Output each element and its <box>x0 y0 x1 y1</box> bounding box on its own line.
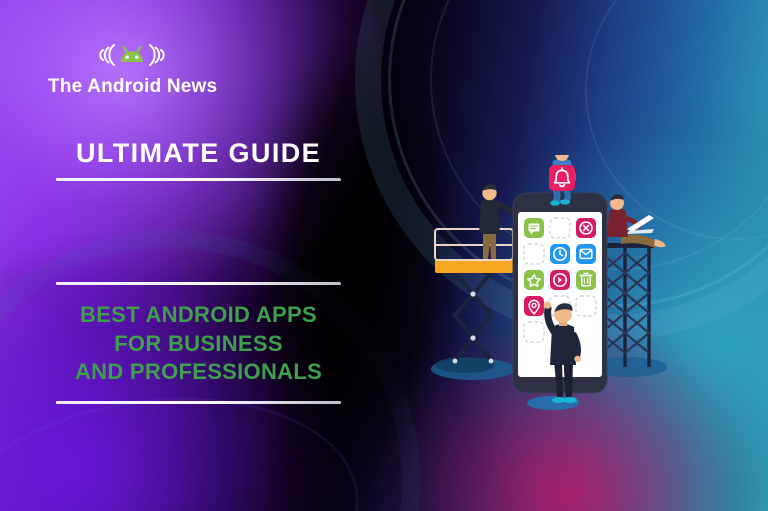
close-circle-icon <box>576 218 596 238</box>
star-icon <box>524 270 544 290</box>
mail-icon <box>576 244 596 264</box>
poster-canvas: The Android News ULTIMATE GUIDE BEST AND… <box>0 0 768 511</box>
android-robot-broadcast-icon <box>48 38 216 72</box>
trash-icon <box>576 270 596 290</box>
eyebrow-underline <box>56 178 341 182</box>
headline-line-3: AND PROFESSIONALS <box>74 359 323 385</box>
chat-icon <box>524 218 544 238</box>
brand-logo: The Android News <box>48 38 218 98</box>
brand-name: The Android News <box>48 76 218 97</box>
clock-icon <box>550 244 570 264</box>
play-circle-icon <box>550 270 570 290</box>
notification-bell-card <box>549 165 575 191</box>
headline-line-1: BEST ANDROID APPS <box>80 302 317 327</box>
headline-block: BEST ANDROID APPS FOR BUSINESS AND PROFE… <box>56 282 341 404</box>
eyebrow-label: ULTIMATE GUIDE <box>75 138 322 168</box>
eyebrow-block: ULTIMATE GUIDE <box>56 138 341 182</box>
worker-on-scaffold-laptop <box>607 194 666 248</box>
text-column: The Android News ULTIMATE GUIDE BEST AND… <box>0 0 400 511</box>
scissor-lift <box>434 228 514 364</box>
location-pin-icon <box>524 296 544 316</box>
scissor-lift-platform <box>435 259 513 273</box>
headline-line-2: FOR BUSINESS <box>114 330 283 356</box>
ground-shadow-left2 <box>435 357 495 373</box>
page-title: BEST ANDROID APPS FOR BUSINESS AND PROFE… <box>56 285 341 401</box>
headline-rule-bottom <box>56 400 341 404</box>
app-development-team-illustration <box>425 145 695 415</box>
